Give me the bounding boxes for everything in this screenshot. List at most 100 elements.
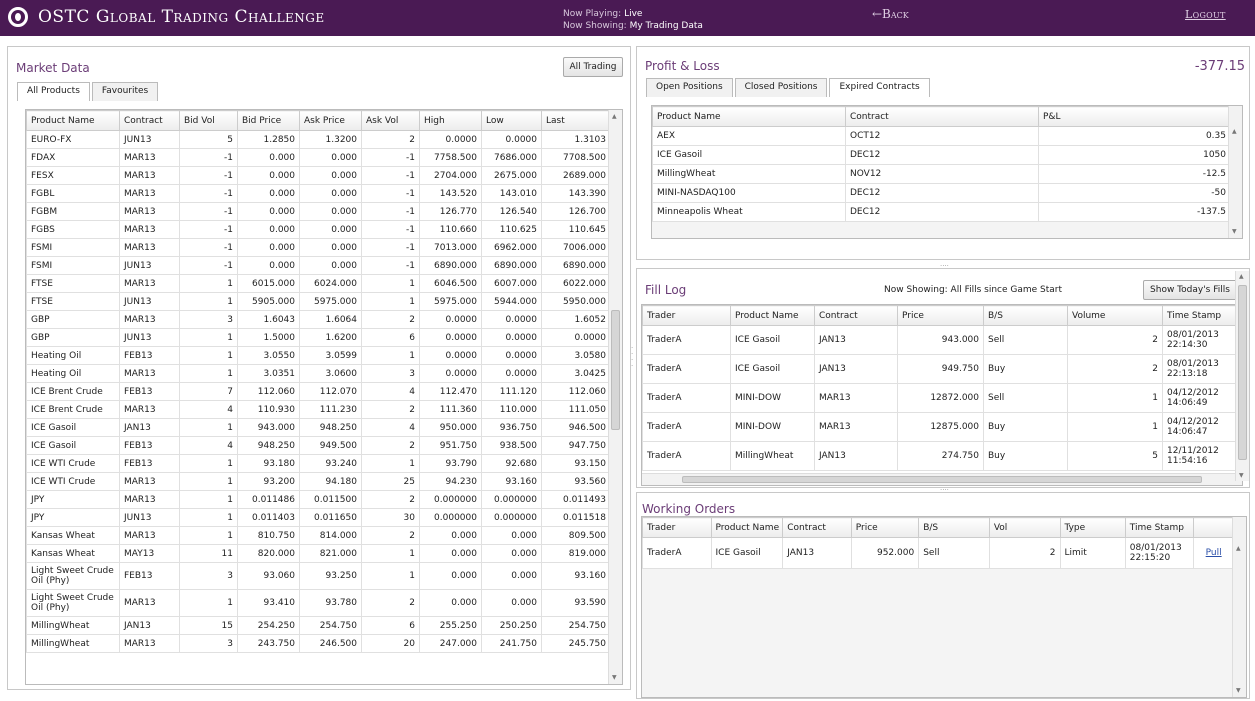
col-wo-contract[interactable]: Contract	[782, 517, 852, 538]
market-row[interactable]: Light Sweet Crude Oil (Phy) MAR13 1 93.410 9…	[26, 589, 611, 617]
tab-expired-contracts[interactable]: Expired Contracts	[829, 78, 930, 97]
col-wo-bs[interactable]: B/S	[918, 517, 990, 538]
col-pnl-value[interactable]: P&L	[1038, 106, 1231, 127]
market-scroll-thumb[interactable]	[611, 310, 620, 430]
col-wo-price[interactable]: Price	[850, 517, 920, 538]
scroll-down-icon[interactable]: ▼	[612, 674, 617, 681]
tab-closed-positions[interactable]: Closed Positions	[734, 78, 828, 97]
market-row[interactable]: FESX MAR13 -1 0.000 0.000 -1 2704.000 2675.000 2…	[26, 166, 611, 185]
col-low[interactable]: Low	[481, 110, 542, 131]
market-row[interactable]: ICE Brent Crude FEB13 7 112.060 112.070 4 112.…	[26, 382, 611, 401]
market-row[interactable]: FSMI MAR13 -1 0.000 0.000 -1 7013.000 6962.000 7…	[26, 238, 611, 257]
col-fill-product[interactable]: Product Name	[730, 305, 815, 326]
tab-open-positions[interactable]: Open Positions	[646, 78, 733, 97]
col-fill-price[interactable]: Price	[897, 305, 984, 326]
market-row[interactable]: GBP JUN13 1 1.5000 1.6200 6 0.0000 0.0000 0.0000	[26, 328, 611, 347]
market-row[interactable]: Heating Oil FEB13 1 3.0550 3.0599 1 0.0000 0.00…	[26, 346, 611, 365]
market-row[interactable]: ICE Gasoil JAN13 1 943.000 948.250 4 950.000 93…	[26, 418, 611, 437]
market-row[interactable]: MillingWheat MAR13 3 243.750 246.500 20 247.00…	[26, 634, 611, 653]
col-product-name[interactable]: Product Name	[26, 110, 120, 131]
col-ask-price[interactable]: Ask Price	[299, 110, 362, 131]
fill-log-page-scrollbar[interactable]: ▲ ▼	[1235, 271, 1249, 481]
scroll-up-icon[interactable]: ▲	[612, 113, 617, 120]
all-trading-button[interactable]: All Trading	[563, 57, 623, 77]
pull-link[interactable]: Pull	[1193, 537, 1234, 569]
pnl-row[interactable]: Minneapolis Wheat DEC12 -137.5	[652, 202, 1231, 222]
col-pnl-contract[interactable]: Contract	[845, 106, 1039, 127]
bid-vol-cell: 15	[179, 616, 238, 635]
last-cell: 7006.000	[541, 238, 611, 257]
market-row[interactable]: EURO-FX JUN13 5 1.2850 1.3200 2 0.0000 0.0000 1.…	[26, 130, 611, 149]
tab-favourites[interactable]: Favourites	[91, 82, 159, 101]
low-cell: 7686.000	[481, 148, 542, 167]
market-row[interactable]: FTSE JUN13 1 5905.000 5975.000 1 5975.000 5944.…	[26, 292, 611, 311]
fill-log-scroll-thumb[interactable]	[1238, 285, 1247, 460]
col-high[interactable]: High	[419, 110, 482, 131]
col-ask-vol[interactable]: Ask Vol	[361, 110, 420, 131]
scroll-down-icon[interactable]: ▼	[1239, 472, 1244, 479]
market-row[interactable]: FGBL MAR13 -1 0.000 0.000 -1 143.520 143.010 143…	[26, 184, 611, 203]
market-row[interactable]: Heating Oil MAR13 1 3.0351 3.0600 3 0.0000 0.00…	[26, 364, 611, 383]
fill-row[interactable]: TraderA MINI-DOW MAR13 12875.000 Buy 1 04/12/2…	[642, 412, 1242, 442]
col-fill-contract[interactable]: Contract	[814, 305, 898, 326]
market-row[interactable]: ICE Brent Crude MAR13 4 110.930 111.230 2 111.…	[26, 400, 611, 419]
working-orders-scrollbar[interactable]: ▲ ▼	[1232, 517, 1246, 697]
tab-all-products[interactable]: All Products	[17, 82, 90, 101]
market-row[interactable]: FDAX MAR13 -1 0.000 0.000 -1 7758.500 7686.000 7…	[26, 148, 611, 167]
scroll-up-icon[interactable]: ▲	[1239, 273, 1244, 280]
fill-log-hscrollbar[interactable]	[642, 473, 1242, 485]
fill-product-cell: ICE Gasoil	[730, 325, 815, 355]
logout-link[interactable]: Logout	[1185, 8, 1226, 21]
market-grid: Product Name Contract Bid Vol Bid Price …	[25, 109, 623, 685]
fill-row[interactable]: TraderA ICE Gasoil JAN13 949.750 Buy 2 08/01/2…	[642, 354, 1242, 384]
col-bid-vol[interactable]: Bid Vol	[179, 110, 238, 131]
fill-row[interactable]: TraderA ICE Gasoil JAN13 943.000 Sell 2 08/01/…	[642, 325, 1242, 355]
pnl-scrollbar[interactable]: ▲ ▼	[1228, 106, 1242, 238]
market-row[interactable]: FGBM MAR13 -1 0.000 0.000 -1 126.770 126.540 126…	[26, 202, 611, 221]
show-todays-fills-button[interactable]: Show Today's Fills	[1143, 280, 1237, 300]
market-row[interactable]: GBP MAR13 3 1.6043 1.6064 2 0.0000 0.0000 1.6052	[26, 310, 611, 329]
vertical-splitter-handle[interactable]: · · · ·	[631, 345, 633, 370]
working-orders-table: Trader Product Name Contract Price B/S V…	[642, 517, 1234, 569]
col-fill-volume[interactable]: Volume	[1067, 305, 1163, 326]
pnl-row[interactable]: AEX OCT12 0.35	[652, 126, 1231, 146]
col-wo-timestamp[interactable]: Time Stamp	[1124, 517, 1195, 538]
fill-row[interactable]: TraderA MINI-DOW MAR13 12872.000 Sell 1 04/12/…	[642, 383, 1242, 413]
market-row[interactable]: ICE WTI Crude FEB13 1 93.180 93.240 1 93.790 92…	[26, 454, 611, 473]
market-row[interactable]: Kansas Wheat MAY13 11 820.000 821.000 1 0.000 0…	[26, 544, 611, 563]
market-row[interactable]: MillingWheat JAN13 15 254.250 254.750 6 255.25…	[26, 616, 611, 635]
market-scrollbar[interactable]: ▲ ▼	[608, 110, 622, 684]
fill-row[interactable]: TraderA MillingWheat JAN13 274.750 Buy 5 12/11…	[642, 441, 1242, 471]
col-last[interactable]: Last	[541, 110, 611, 131]
scroll-down-icon[interactable]: ▼	[1236, 687, 1241, 694]
last-cell: 6890.000	[541, 256, 611, 275]
col-wo-product[interactable]: Product Name	[710, 517, 784, 538]
col-fill-trader[interactable]: Trader	[642, 305, 731, 326]
back-link[interactable]: ←Back	[872, 7, 909, 21]
pnl-row[interactable]: MINI-NASDAQ100 DEC12 -50	[652, 183, 1231, 203]
market-row[interactable]: Light Sweet Crude Oil (Phy) FEB13 3 93.060 9…	[26, 562, 611, 590]
market-row[interactable]: ICE Gasoil FEB13 4 948.250 949.500 2 951.750 93…	[26, 436, 611, 455]
market-row[interactable]: JPY JUN13 1 0.011403 0.011650 30 0.000000 0.000…	[26, 508, 611, 527]
col-contract[interactable]: Contract	[119, 110, 180, 131]
market-row[interactable]: JPY MAR13 1 0.011486 0.011500 2 0.000000 0.0000…	[26, 490, 611, 509]
col-pnl-product[interactable]: Product Name	[652, 106, 846, 127]
col-bid-price[interactable]: Bid Price	[237, 110, 300, 131]
scroll-up-icon[interactable]: ▲	[1232, 128, 1237, 135]
scroll-up-icon[interactable]: ▲	[1236, 545, 1241, 552]
scroll-down-icon[interactable]: ▼	[1232, 228, 1237, 235]
market-row[interactable]: FSMI JUN13 -1 0.000 0.000 -1 6890.000 6890.000 6…	[26, 256, 611, 275]
col-fill-bs[interactable]: B/S	[983, 305, 1068, 326]
working-order-row[interactable]: TraderA ICE Gasoil JAN13 952.000 Sell 2 Limit 0…	[642, 537, 1234, 569]
fill-log-hscroll-thumb[interactable]	[682, 476, 1202, 483]
market-row[interactable]: Kansas Wheat MAR13 1 810.750 814.000 2 0.000 0.…	[26, 526, 611, 545]
pnl-row[interactable]: MillingWheat NOV12 -12.5	[652, 164, 1231, 184]
col-wo-type[interactable]: Type	[1059, 517, 1126, 538]
col-wo-trader[interactable]: Trader	[642, 517, 712, 538]
pnl-row[interactable]: ICE Gasoil DEC12 1050	[652, 145, 1231, 165]
market-row[interactable]: FTSE MAR13 1 6015.000 6024.000 1 6046.500 6007.…	[26, 274, 611, 293]
market-row[interactable]: ICE WTI Crude MAR13 1 93.200 94.180 25 94.230 9…	[26, 472, 611, 491]
market-row[interactable]: FGBS MAR13 -1 0.000 0.000 -1 110.660 110.625 110…	[26, 220, 611, 239]
col-fill-timestamp[interactable]: Time Stamp	[1162, 305, 1242, 326]
col-wo-vol[interactable]: Vol	[988, 517, 1061, 538]
